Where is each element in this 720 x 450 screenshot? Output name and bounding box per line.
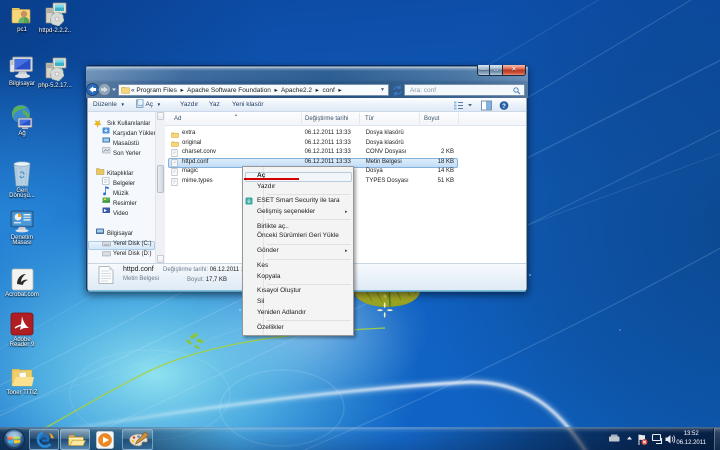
svg-text:?: ? [502,104,506,110]
